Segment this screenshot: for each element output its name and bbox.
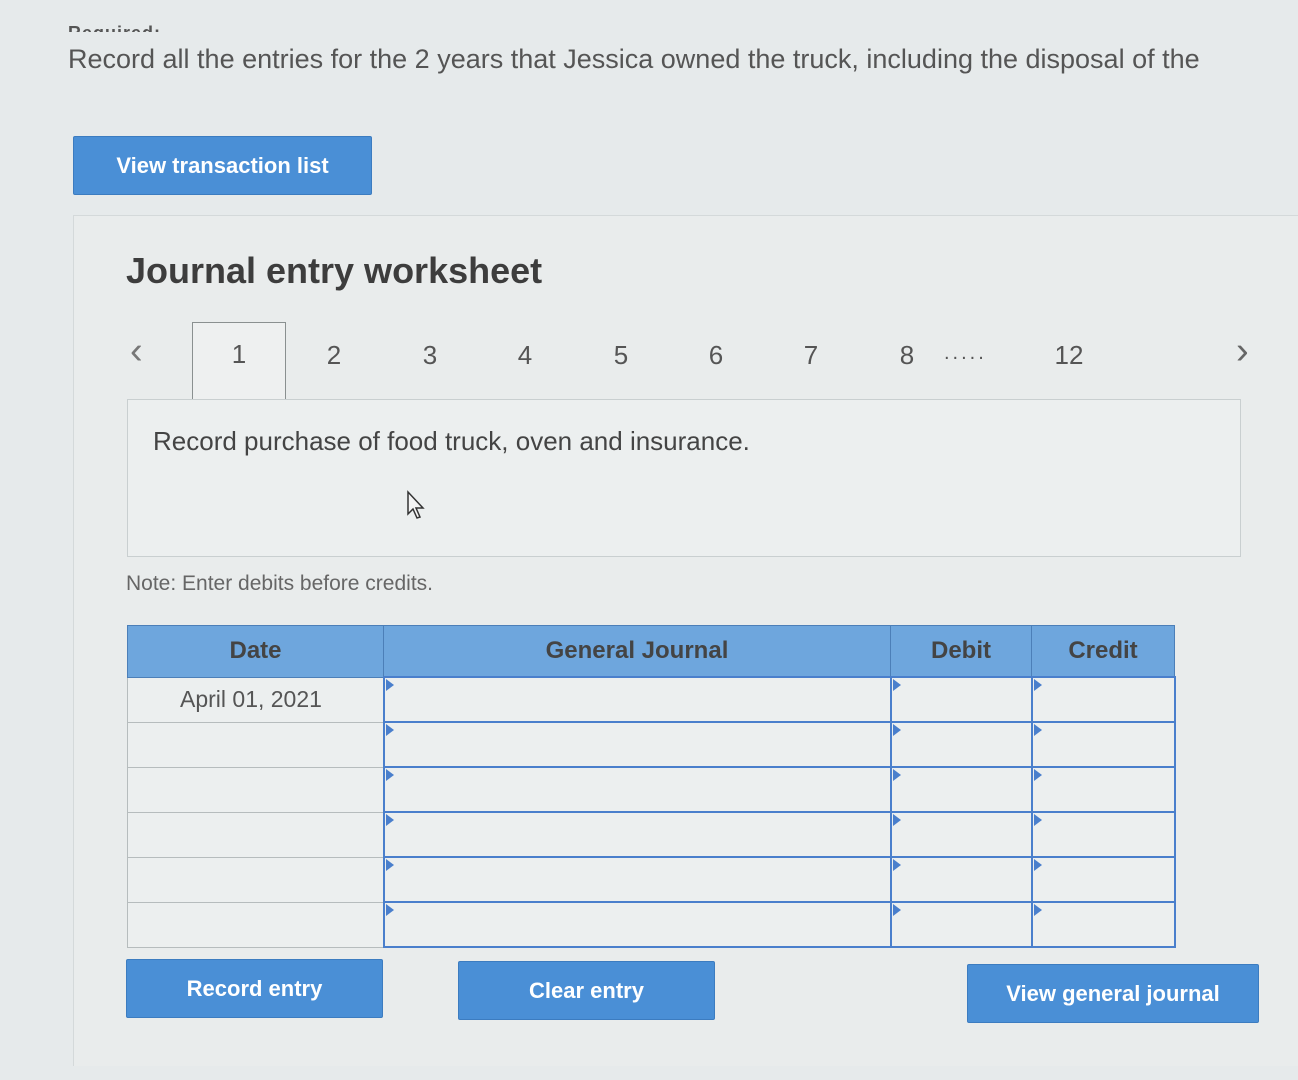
view-transaction-list-button[interactable]: View transaction list [73,136,372,195]
chevron-left-icon[interactable]: ‹ [130,330,143,373]
table-row [127,721,1176,768]
table-header-row: Date General Journal Debit Credit [127,625,1175,678]
table-row: April 01, 2021 [127,676,1176,723]
tab-ellipsis: ..... [944,342,987,364]
tab-4[interactable]: 4 [478,324,572,400]
tab-12[interactable]: 12 [1022,324,1116,400]
debit-header: Debit [890,625,1032,678]
view-general-journal-button[interactable]: View general journal [967,964,1259,1023]
date-cell [127,766,384,813]
credit-input[interactable] [1030,766,1176,813]
record-entry-button[interactable]: Record entry [126,959,383,1018]
tab-3[interactable]: 3 [383,324,477,400]
account-input[interactable] [382,766,892,813]
date-cell [127,721,384,768]
general-journal-header: General Journal [383,625,891,678]
worksheet-tabs: ‹ 1 2 3 4 5 6 7 8 ..... 12 › [128,320,1258,402]
account-input[interactable] [382,676,892,723]
date-cell: April 01, 2021 [127,676,384,723]
clear-entry-button[interactable]: Clear entry [458,961,715,1020]
account-input[interactable] [382,811,892,858]
tab-7[interactable]: 7 [764,324,858,400]
tab-2[interactable]: 2 [287,324,381,400]
chevron-right-icon[interactable]: › [1236,330,1249,373]
credit-input[interactable] [1030,811,1176,858]
credit-input[interactable] [1030,721,1176,768]
debit-input[interactable] [889,856,1033,903]
required-label: Required: [68,18,161,32]
date-cell [127,901,384,948]
table-row [127,901,1176,948]
date-header: Date [127,625,384,678]
entry-description-box: Record purchase of food truck, oven and … [127,399,1241,557]
date-cell [127,856,384,903]
account-input[interactable] [382,856,892,903]
tab-5[interactable]: 5 [574,324,668,400]
credit-input[interactable] [1030,856,1176,903]
tab-8[interactable]: 8 [860,324,954,400]
debit-input[interactable] [889,811,1033,858]
entry-description: Record purchase of food truck, oven and … [153,426,750,456]
credit-input[interactable] [1030,676,1176,723]
table-row [127,811,1176,858]
date-cell [127,811,384,858]
tab-1[interactable]: 1 [192,322,286,402]
account-input[interactable] [382,901,892,948]
tab-6[interactable]: 6 [669,324,763,400]
table-row [127,766,1176,813]
credit-header: Credit [1031,625,1175,678]
note-text: Note: Enter debits before credits. [126,572,433,595]
credit-input[interactable] [1030,901,1176,948]
worksheet-title: Journal entry worksheet [126,250,543,291]
debit-input[interactable] [889,676,1033,723]
debit-input[interactable] [889,721,1033,768]
journal-table: Date General Journal Debit Credit April … [127,625,1176,948]
mouse-pointer-icon [407,490,425,519]
instruction-text: Record all the entries for the 2 years t… [68,44,1200,74]
debit-input[interactable] [889,766,1033,813]
debit-input[interactable] [889,901,1033,948]
table-row [127,856,1176,903]
account-input[interactable] [382,721,892,768]
